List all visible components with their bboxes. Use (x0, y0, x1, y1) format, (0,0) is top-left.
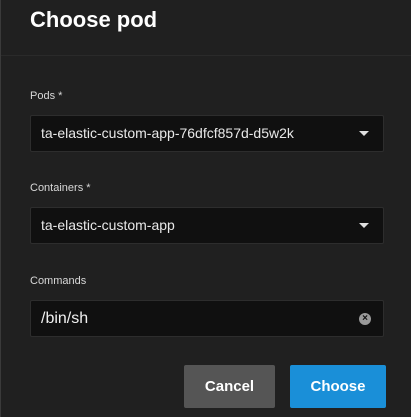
commands-label: Commands (30, 275, 87, 287)
pods-select[interactable]: ta-elastic-custom-app-76dfcf857d-d5w2k (30, 115, 384, 152)
dialog-title: Choose pod (30, 7, 158, 32)
containers-select-value: ta-elastic-custom-app (41, 217, 175, 233)
choose-button[interactable]: Choose (290, 365, 386, 408)
containers-select[interactable]: ta-elastic-custom-app (30, 207, 384, 244)
pods-label: Pods * (30, 90, 63, 102)
containers-label: Containers * (30, 182, 91, 194)
pods-select-value: ta-elastic-custom-app-76dfcf857d-d5w2k (41, 125, 294, 141)
title-divider (1, 55, 411, 56)
cancel-button[interactable]: Cancel (184, 365, 275, 408)
dropdown-arrow-icon[interactable] (359, 131, 369, 136)
dropdown-arrow-icon[interactable] (359, 223, 369, 228)
commands-input-value[interactable]: /bin/sh (41, 301, 88, 336)
commands-input[interactable]: /bin/sh × (30, 300, 384, 337)
clear-icon[interactable]: × (359, 313, 371, 325)
choose-pod-dialog: Choose pod Pods * ta-elastic-custom-app-… (0, 0, 411, 417)
